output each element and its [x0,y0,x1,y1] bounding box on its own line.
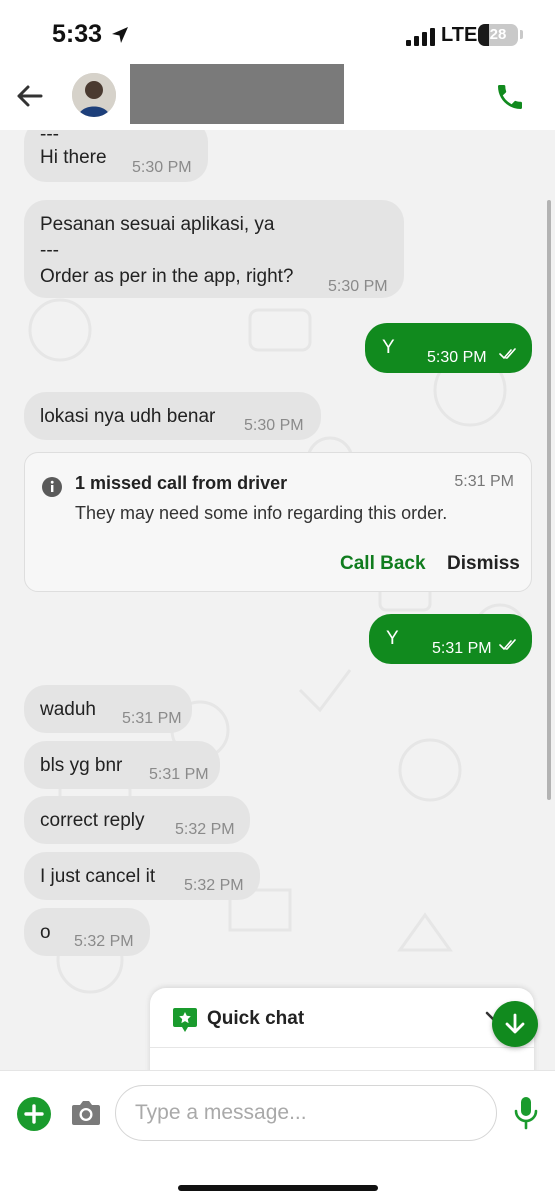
battery-indicator: 28 [478,24,518,46]
status-bar: 5:33 LTE 28 [0,0,555,70]
message-timestamp: 5:31 PM [432,640,492,657]
message-text-line: Order as per in the app, right? [40,266,294,287]
message-incoming[interactable]: o 5:32 PM [24,908,150,956]
message-text: correct reply [40,810,145,831]
message-incoming[interactable]: correct reply 5:32 PM [24,796,250,844]
message-text: Hi there [40,147,107,168]
avatar[interactable] [72,73,116,117]
battery-tip [520,30,523,39]
quick-chat-label: Quick chat [207,1008,305,1029]
camera-icon[interactable] [70,1099,102,1127]
missed-call-title: 1 missed call from driver [75,473,288,493]
message-incoming[interactable]: Pesanan sesuai aplikasi, ya --- Order as… [24,200,404,298]
double-check-icon [499,639,516,651]
avatar-photo [72,73,116,117]
missed-call-time: 5:31 PM [454,473,514,490]
arrow-left-icon[interactable] [12,78,48,114]
phone-icon[interactable] [494,81,526,113]
arrow-down-icon [505,1013,525,1034]
message-text: I just cancel it [40,866,156,887]
missed-call-description: They may need some info regarding this o… [75,503,448,523]
scrollbar[interactable] [547,200,551,800]
double-check-icon [499,348,516,360]
message-timestamp: 5:30 PM [427,349,487,366]
cellular-signal-icon [406,28,435,46]
add-attachment-button[interactable] [17,1097,51,1131]
message-incoming[interactable]: I just cancel it 5:32 PM [24,852,260,900]
missed-call-card: 1 missed call from driver 5:31 PM They m… [24,452,532,592]
battery-level: 28 [489,26,507,43]
message-timestamp: 5:32 PM [175,821,235,838]
message-outgoing[interactable]: Y 5:31 PM [369,614,532,664]
message-timestamp: 5:31 PM [122,710,182,727]
message-incoming[interactable]: lokasi nya udh benar 5:30 PM [24,392,321,440]
message-text: lokasi nya udh benar [40,406,216,427]
message-input-bar [0,1070,555,1200]
microphone-icon[interactable] [513,1095,539,1131]
message-timestamp: 5:30 PM [244,417,304,434]
message-input[interactable] [115,1085,497,1141]
message-text: Y [382,337,395,358]
message-text: waduh [40,699,96,720]
message-text: Y [386,628,399,649]
plus-icon [24,1104,44,1124]
message-timestamp: 5:31 PM [149,766,209,783]
message-timestamp: 5:30 PM [132,159,192,176]
message-text: bls yg bnr [40,755,123,776]
info-icon [42,477,62,497]
chat-area[interactable]: --- Hi there 5:30 PM Pesanan sesuai apli… [0,130,555,1070]
chat-header: a [0,64,555,130]
contact-name: a [130,64,344,124]
message-text-line: Pesanan sesuai aplikasi, ya [40,214,275,235]
location-arrow-icon [112,27,128,43]
network-type: LTE [441,24,478,46]
message-text: o [40,922,51,943]
dismiss-button[interactable]: Dismiss [447,553,520,575]
message-text-line: --- [40,240,59,261]
message-incoming[interactable]: --- Hi there 5:30 PM [24,130,208,182]
status-time: 5:33 [52,20,103,48]
quick-chat-icon [173,1008,197,1032]
call-back-button[interactable]: Call Back [340,553,426,575]
message-timestamp: 5:30 PM [328,278,388,295]
home-indicator[interactable] [178,1185,378,1191]
divider [150,1047,534,1048]
message-timestamp: 5:32 PM [184,877,244,894]
message-incoming[interactable]: bls yg bnr 5:31 PM [24,741,220,789]
message-outgoing[interactable]: Y 5:30 PM [365,323,532,373]
scroll-to-bottom-button[interactable] [492,1001,538,1047]
message-timestamp: 5:32 PM [74,933,134,950]
quick-chat-panel[interactable]: Quick chat [150,988,534,1078]
message-incoming[interactable]: waduh 5:31 PM [24,685,192,733]
